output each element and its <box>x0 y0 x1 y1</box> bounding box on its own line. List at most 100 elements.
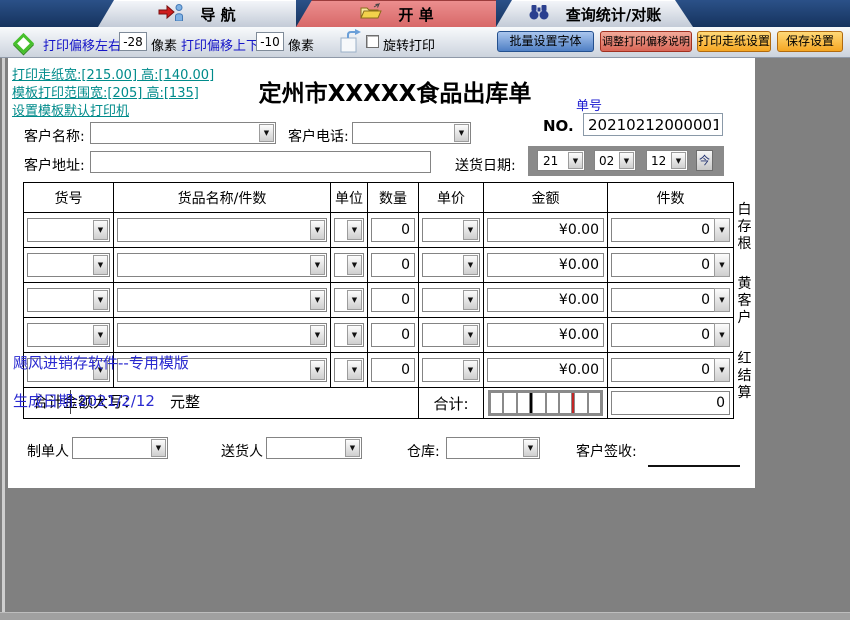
pieces-input[interactable] <box>611 358 714 382</box>
delivery-date-label: 送货日期: <box>455 155 516 175</box>
tab-navigation[interactable]: 导 航 <box>98 0 296 27</box>
chevron-down-icon[interactable]: ▼ <box>463 290 478 310</box>
pieces-input[interactable] <box>611 288 714 312</box>
customer-addr-input[interactable] <box>90 151 431 173</box>
chevron-down-icon[interactable]: ▼ <box>714 323 730 347</box>
pieces-input[interactable] <box>611 253 714 277</box>
date-year-combo[interactable]: 21 ▼ <box>537 150 585 171</box>
chevron-down-icon[interactable]: ▼ <box>93 220 108 240</box>
save-settings-button[interactable]: 保存设置 <box>777 31 843 52</box>
chevron-down-icon[interactable]: ▼ <box>714 358 730 382</box>
print-settings-toolbar: 打印偏移左右 像素 打印偏移上下 像素 旋转打印 批量设置字体 调整打印偏移说明… <box>0 27 850 58</box>
chevron-down-icon[interactable]: ▼ <box>310 360 325 380</box>
chevron-down-icon[interactable]: ▼ <box>93 290 108 310</box>
item-no-combo[interactable]: ▼ <box>27 253 110 277</box>
batch-font-button[interactable]: 批量设置字体 <box>497 31 594 52</box>
pieces-input[interactable] <box>611 323 714 347</box>
price-combo[interactable]: ▼ <box>422 253 480 277</box>
amount-input[interactable] <box>487 288 604 312</box>
qty-input[interactable] <box>371 358 415 382</box>
chevron-down-icon[interactable]: ▼ <box>259 124 274 142</box>
unit-combo[interactable]: ▼ <box>334 253 364 277</box>
chevron-down-icon[interactable]: ▼ <box>347 360 362 380</box>
chevron-down-icon[interactable]: ▼ <box>310 255 325 275</box>
chevron-down-icon[interactable]: ▼ <box>93 255 108 275</box>
item-name-combo[interactable]: ▼ <box>117 218 327 242</box>
total-pieces-input[interactable] <box>611 391 730 415</box>
unit-combo[interactable]: ▼ <box>334 218 364 242</box>
chevron-down-icon[interactable]: ▼ <box>310 220 325 240</box>
chevron-down-icon[interactable]: ▼ <box>347 255 362 275</box>
item-no-combo[interactable]: ▼ <box>27 218 110 242</box>
chevron-down-icon[interactable]: ▼ <box>568 152 583 169</box>
chevron-down-icon[interactable]: ▼ <box>714 288 730 312</box>
paper-size-link[interactable]: 打印走纸宽:[215.00] 高:[140.00] <box>12 64 214 83</box>
price-combo[interactable]: ▼ <box>422 358 480 382</box>
unit-combo[interactable]: ▼ <box>334 288 364 312</box>
chevron-down-icon[interactable]: ▼ <box>463 360 478 380</box>
offset-lr-input[interactable] <box>119 32 147 51</box>
item-name-combo[interactable]: ▼ <box>117 288 327 312</box>
customer-name-combo[interactable]: ▼ <box>90 122 276 144</box>
unit-combo[interactable]: ▼ <box>334 358 364 382</box>
signature-line <box>648 465 740 467</box>
chevron-down-icon[interactable]: ▼ <box>310 290 325 310</box>
default-printer-link[interactable]: 设置模板默认打印机 <box>12 100 129 119</box>
price-combo[interactable]: ▼ <box>422 288 480 312</box>
date-day-combo[interactable]: 12 ▼ <box>646 150 688 171</box>
chevron-down-icon[interactable]: ▼ <box>151 439 166 457</box>
chevron-down-icon[interactable]: ▼ <box>671 152 686 169</box>
tab-billing[interactable]: 开 单 <box>296 0 496 27</box>
date-month-value: 02 <box>599 154 614 168</box>
app-window: 导 航 开 单 查询统计/对账 <box>0 0 850 620</box>
tab-query-stats[interactable]: 查询统计/对账 <box>496 0 693 27</box>
order-maker-combo[interactable]: ▼ <box>72 437 168 459</box>
qty-input[interactable] <box>371 323 415 347</box>
offset-ud-input[interactable] <box>256 32 284 51</box>
chevron-down-icon[interactable]: ▼ <box>714 218 730 242</box>
chevron-down-icon[interactable]: ▼ <box>619 152 634 169</box>
adjust-offset-help-button[interactable]: 调整打印偏移说明 <box>600 31 692 52</box>
rotate-print-checkbox[interactable] <box>366 35 379 48</box>
chevron-down-icon[interactable]: ▼ <box>347 290 362 310</box>
chevron-down-icon[interactable]: ▼ <box>463 255 478 275</box>
price-combo[interactable]: ▼ <box>422 323 480 347</box>
chevron-down-icon[interactable]: ▼ <box>463 220 478 240</box>
bottom-scrollbar-strip[interactable] <box>0 612 850 620</box>
chevron-down-icon[interactable]: ▼ <box>463 325 478 345</box>
today-button[interactable]: 今 <box>696 150 713 171</box>
qty-input[interactable] <box>371 288 415 312</box>
nav-person-arrow-icon <box>158 3 184 25</box>
chevron-down-icon[interactable]: ▼ <box>454 124 469 142</box>
warehouse-combo[interactable]: ▼ <box>446 437 540 459</box>
chevron-down-icon[interactable]: ▼ <box>347 325 362 345</box>
item-name-combo[interactable]: ▼ <box>117 253 327 277</box>
chevron-down-icon[interactable]: ▼ <box>345 439 360 457</box>
amount-input[interactable] <box>487 253 604 277</box>
chevron-down-icon[interactable]: ▼ <box>523 439 538 457</box>
pieces-input[interactable] <box>611 218 714 242</box>
chevron-down-icon[interactable]: ▼ <box>93 325 108 345</box>
paper-feed-settings-button[interactable]: 打印走纸设置 <box>697 31 771 52</box>
qty-input[interactable] <box>371 218 415 242</box>
amount-input[interactable] <box>487 358 604 382</box>
item-no-combo[interactable]: ▼ <box>27 323 110 347</box>
offset-ud-label: 打印偏移上下 <box>181 35 259 54</box>
chevron-down-icon[interactable]: ▼ <box>310 325 325 345</box>
qty-input[interactable] <box>371 253 415 277</box>
date-month-combo[interactable]: 02 ▼ <box>594 150 636 171</box>
customer-phone-combo[interactable]: ▼ <box>352 122 471 144</box>
col-header-item-name: 货品名称/件数 <box>114 183 331 213</box>
chevron-down-icon[interactable]: ▼ <box>714 253 730 277</box>
amount-input[interactable] <box>487 323 604 347</box>
chevron-down-icon[interactable]: ▼ <box>347 220 362 240</box>
deliverer-combo[interactable]: ▼ <box>266 437 362 459</box>
template-range-link[interactable]: 模板打印范围宽:[205] 高:[135] <box>12 82 199 101</box>
order-no-input[interactable] <box>583 113 723 136</box>
col-header-unit: 单位 <box>331 183 368 213</box>
amount-input[interactable] <box>487 218 604 242</box>
item-name-combo[interactable]: ▼ <box>117 323 327 347</box>
unit-combo[interactable]: ▼ <box>334 323 364 347</box>
price-combo[interactable]: ▼ <box>422 218 480 242</box>
item-no-combo[interactable]: ▼ <box>27 288 110 312</box>
